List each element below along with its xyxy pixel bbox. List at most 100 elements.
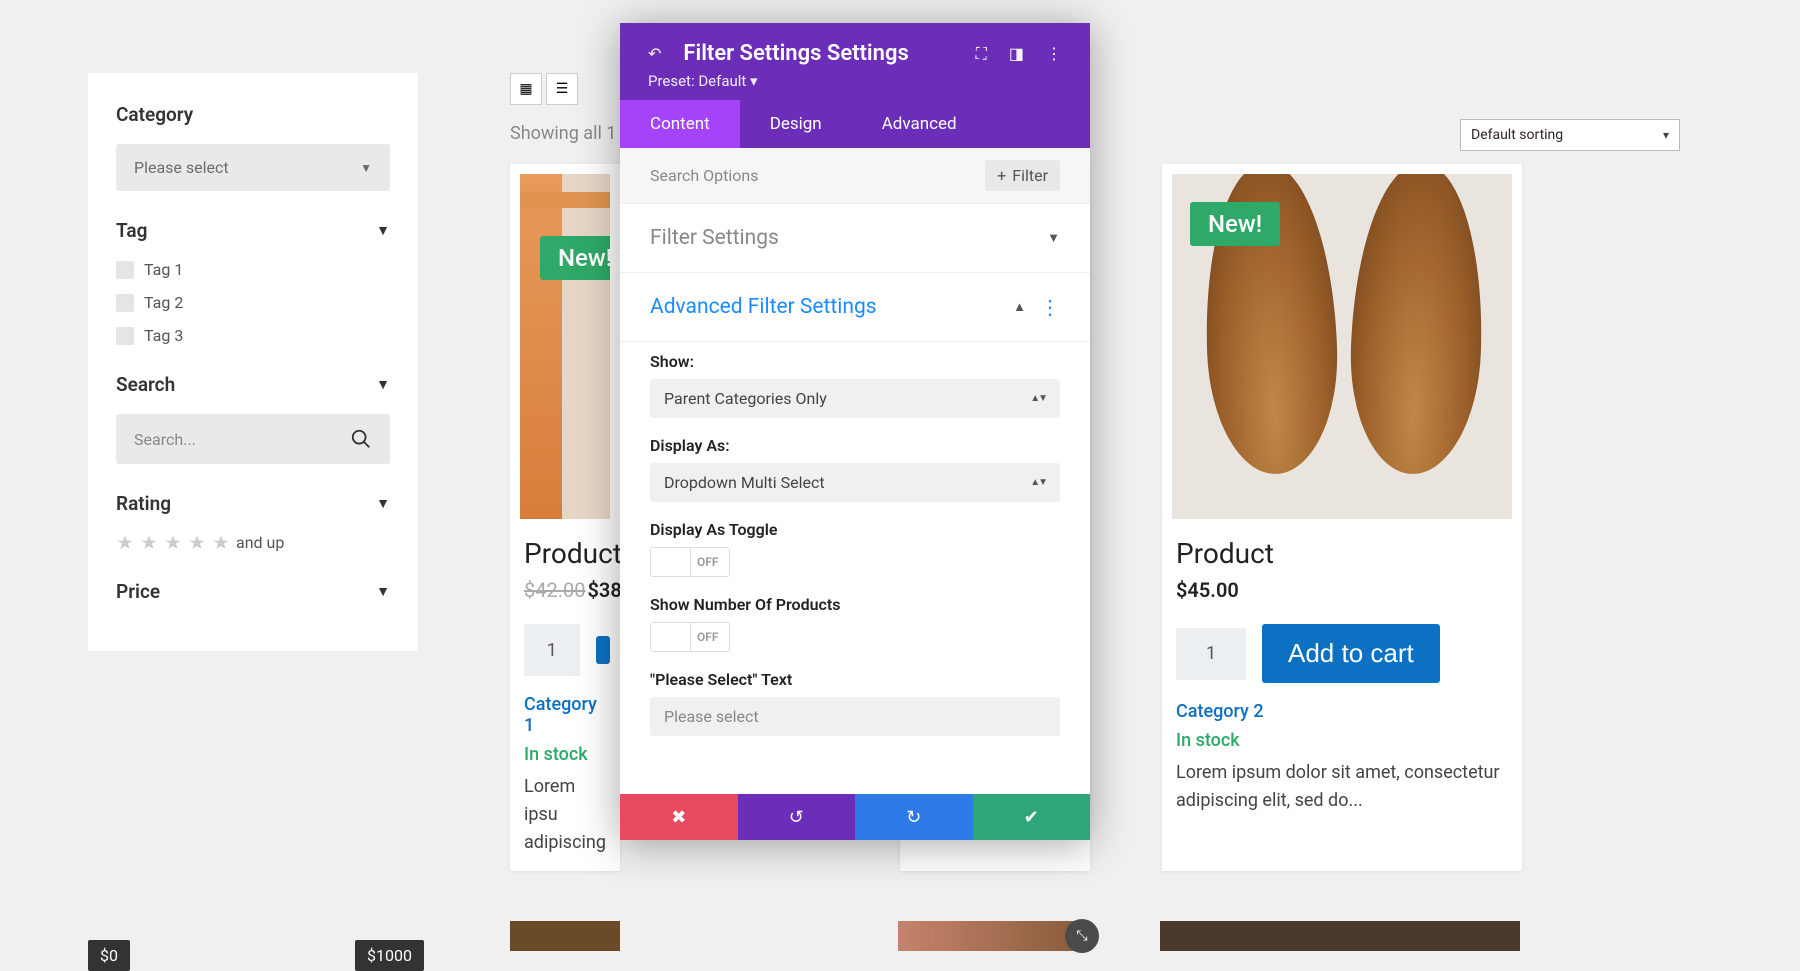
tag-checkbox-2[interactable]: Tag 2 bbox=[116, 293, 390, 312]
price-title[interactable]: Price ▼ bbox=[116, 580, 390, 603]
product-title[interactable]: Product bbox=[520, 537, 610, 570]
expand-icon[interactable]: ⛶ bbox=[976, 44, 987, 64]
star-icon bbox=[212, 534, 230, 552]
checkbox-icon bbox=[116, 294, 134, 312]
search-options-input[interactable]: Search Options bbox=[650, 166, 758, 185]
tag-checkbox-1[interactable]: Tag 1 bbox=[116, 260, 390, 279]
old-price: $42.00 bbox=[524, 578, 585, 602]
add-to-cart-button[interactable] bbox=[596, 636, 610, 664]
display-as-value: Dropdown Multi Select bbox=[664, 473, 825, 492]
search-placeholder: Search... bbox=[134, 430, 196, 449]
product-image[interactable]: New! bbox=[520, 174, 610, 519]
product-image[interactable] bbox=[510, 921, 620, 951]
chevron-down-icon: ▼ bbox=[376, 376, 390, 393]
product-image[interactable] bbox=[898, 921, 1090, 951]
checkbox-icon bbox=[116, 327, 134, 345]
please-select-label: "Please Select" Text bbox=[650, 670, 1060, 689]
category-placeholder: Please select bbox=[134, 158, 229, 177]
quantity-input[interactable]: 1 bbox=[524, 624, 580, 676]
price-section: Price ▼ bbox=[116, 580, 390, 603]
sort-select[interactable]: Default sorting bbox=[1460, 119, 1680, 151]
add-filter-label: Filter bbox=[1012, 166, 1048, 185]
rating-filter[interactable]: and up bbox=[116, 533, 390, 552]
toggle-state: OFF bbox=[691, 630, 718, 644]
display-toggle-label: Display As Toggle bbox=[650, 520, 1060, 539]
star-icon bbox=[116, 534, 134, 552]
tag-section: Tag ▼ Tag 1 Tag 2 Tag 3 bbox=[116, 219, 390, 345]
display-as-select[interactable]: Dropdown Multi Select ▲▼ bbox=[650, 463, 1060, 502]
price-max-handle[interactable]: $1000 bbox=[355, 940, 424, 971]
preset-select[interactable]: Preset: Default ▾ bbox=[648, 72, 1062, 90]
modal-tabs: Content Design Advanced bbox=[620, 100, 1090, 148]
cancel-button[interactable]: ✖ bbox=[620, 794, 738, 840]
select-arrows-icon: ▲▼ bbox=[1030, 393, 1046, 404]
product-card bbox=[1160, 921, 1520, 951]
add-filter-button[interactable]: + Filter bbox=[985, 160, 1060, 191]
search-input[interactable]: Search... bbox=[116, 414, 390, 464]
price-min-handle[interactable]: $0 bbox=[88, 940, 130, 971]
select-arrows-icon: ▲▼ bbox=[1030, 477, 1046, 488]
star-icon bbox=[188, 534, 206, 552]
product-description: Lorem ipsum dolor sit amet, consectetur … bbox=[1172, 759, 1512, 819]
save-button[interactable]: ✔ bbox=[973, 794, 1091, 840]
tab-design[interactable]: Design bbox=[740, 100, 852, 148]
please-select-input[interactable]: Please select bbox=[650, 697, 1060, 736]
close-icon: ✖ bbox=[671, 807, 686, 828]
display-toggle[interactable]: OFF bbox=[650, 547, 730, 577]
section-title: Advanced Filter Settings bbox=[650, 295, 877, 319]
product-card bbox=[898, 921, 1090, 951]
chevron-down-icon: ▼ bbox=[376, 495, 390, 512]
category-title: Category bbox=[116, 103, 390, 126]
rating-suffix: and up bbox=[236, 533, 284, 552]
tag-checkbox-3[interactable]: Tag 3 bbox=[116, 326, 390, 345]
stock-status: In stock bbox=[1172, 730, 1512, 751]
chevron-up-icon: ▲ bbox=[1013, 299, 1026, 315]
category-link[interactable]: Category 1 bbox=[520, 694, 610, 736]
toggle-knob bbox=[651, 623, 691, 651]
plus-icon: + bbox=[997, 166, 1006, 185]
quantity-input[interactable]: 1 bbox=[1176, 628, 1246, 680]
more-icon[interactable]: ⋮ bbox=[1046, 44, 1062, 63]
show-number-toggle[interactable]: OFF bbox=[650, 622, 730, 652]
advanced-filter-body: Show: Parent Categories Only▲▼ Display A… bbox=[620, 342, 1090, 794]
search-title[interactable]: Search ▼ bbox=[116, 373, 390, 396]
toggle-state: OFF bbox=[691, 555, 718, 569]
rating-title[interactable]: Rating ▼ bbox=[116, 492, 390, 515]
add-to-cart-button[interactable]: Add to cart bbox=[1262, 624, 1440, 683]
show-select[interactable]: Parent Categories Only▲▼ bbox=[650, 379, 1060, 418]
modal-title: Filter Settings Settings bbox=[683, 41, 953, 66]
undo-icon[interactable]: ↶ bbox=[648, 44, 661, 63]
product-description: Lorem ipsuadipiscing bbox=[520, 773, 610, 861]
filter-sidebar: Category Please select ▼ Tag ▼ Tag 1 Tag… bbox=[88, 73, 418, 651]
toggle-knob bbox=[651, 548, 691, 576]
undo-button[interactable]: ↺ bbox=[738, 794, 856, 840]
tab-advanced[interactable]: Advanced bbox=[852, 100, 987, 148]
product-image[interactable]: New! bbox=[1172, 174, 1512, 519]
product-card: New! Product $42.00$38 1 Category 1 In s… bbox=[510, 164, 620, 871]
list-view-button[interactable]: ☰ bbox=[546, 73, 578, 105]
rating-section: Rating ▼ and up bbox=[116, 492, 390, 552]
show-label: Show: bbox=[650, 352, 1060, 371]
snap-icon[interactable]: ◨ bbox=[1009, 44, 1024, 63]
product-title[interactable]: Product bbox=[1172, 537, 1512, 570]
modal-header[interactable]: ↶ Filter Settings Settings ⛶ ◨ ⋮ Preset:… bbox=[620, 23, 1090, 100]
resize-handle[interactable]: ⤡ bbox=[1065, 919, 1099, 953]
filter-settings-section[interactable]: Filter Settings ▼ bbox=[620, 204, 1090, 273]
search-section: Search ▼ Search... bbox=[116, 373, 390, 464]
search-icon bbox=[350, 428, 372, 450]
tab-content[interactable]: Content bbox=[620, 100, 740, 148]
checkbox-icon bbox=[116, 261, 134, 279]
more-icon[interactable]: ⋮ bbox=[1040, 295, 1060, 319]
redo-button[interactable]: ↻ bbox=[855, 794, 973, 840]
grid-view-button[interactable]: ▦ bbox=[510, 73, 542, 105]
category-link[interactable]: Category 2 bbox=[1172, 701, 1512, 722]
product-image[interactable] bbox=[1160, 921, 1520, 951]
check-icon: ✔ bbox=[1024, 807, 1039, 828]
chevron-down-icon: ▼ bbox=[1047, 230, 1060, 246]
tag-label: Tag 3 bbox=[144, 326, 183, 345]
product-card bbox=[510, 921, 620, 951]
advanced-filter-settings-section[interactable]: Advanced Filter Settings ▲ ⋮ bbox=[620, 273, 1090, 342]
tag-title[interactable]: Tag ▼ bbox=[116, 219, 390, 242]
category-select[interactable]: Please select ▼ bbox=[116, 144, 390, 191]
tag-label: Tag 2 bbox=[144, 293, 183, 312]
